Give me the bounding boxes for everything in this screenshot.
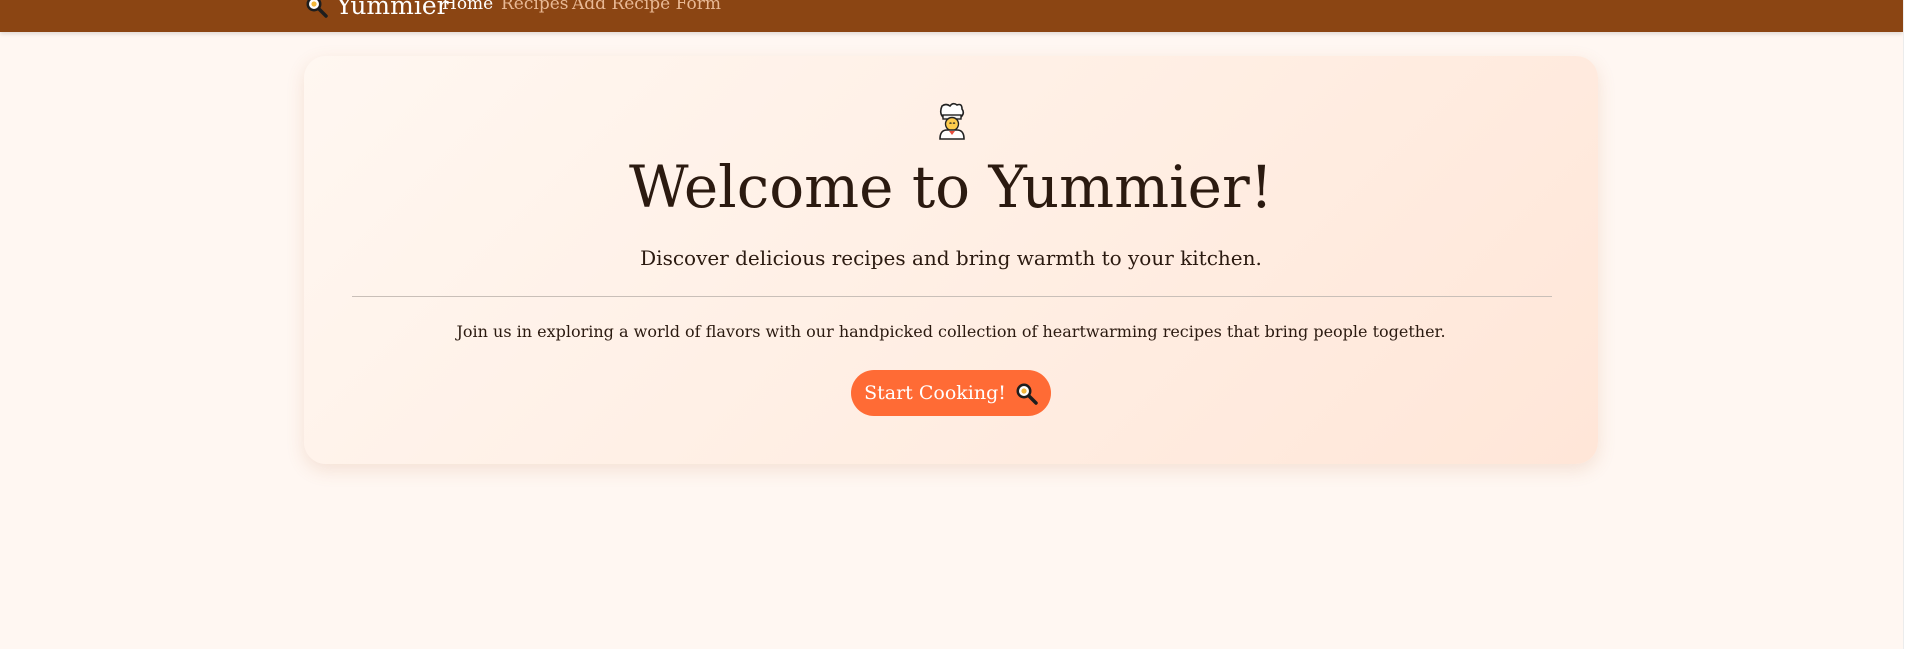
hero-description: Join us in exploring a world of flavors …	[456, 322, 1446, 341]
chef-icon	[934, 102, 970, 140]
nav-link-home[interactable]: Home	[442, 0, 493, 14]
frying-pan-icon	[1014, 381, 1038, 405]
vertical-scrollbar[interactable]	[1903, 0, 1920, 649]
hero-card: Welcome to Yummier! Discover delicious r…	[304, 56, 1598, 464]
start-cooking-label: Start Cooking!	[864, 382, 1006, 404]
hero-subtitle: Discover delicious recipes and bring war…	[640, 246, 1262, 270]
top-navbar: Yummier Home Recipes Add Recipe Form	[0, 0, 1903, 32]
frying-pan-icon	[304, 0, 328, 18]
divider	[352, 296, 1552, 297]
brand-name: Yummier	[336, 0, 449, 20]
hero-title: Welcome to Yummier!	[628, 153, 1274, 221]
nav-link-recipes[interactable]: Recipes	[501, 0, 569, 14]
nav-link-add-recipe-form[interactable]: Add Recipe Form	[572, 0, 721, 14]
brand-link[interactable]: Yummier	[304, 0, 449, 19]
start-cooking-button[interactable]: Start Cooking!	[851, 370, 1051, 416]
